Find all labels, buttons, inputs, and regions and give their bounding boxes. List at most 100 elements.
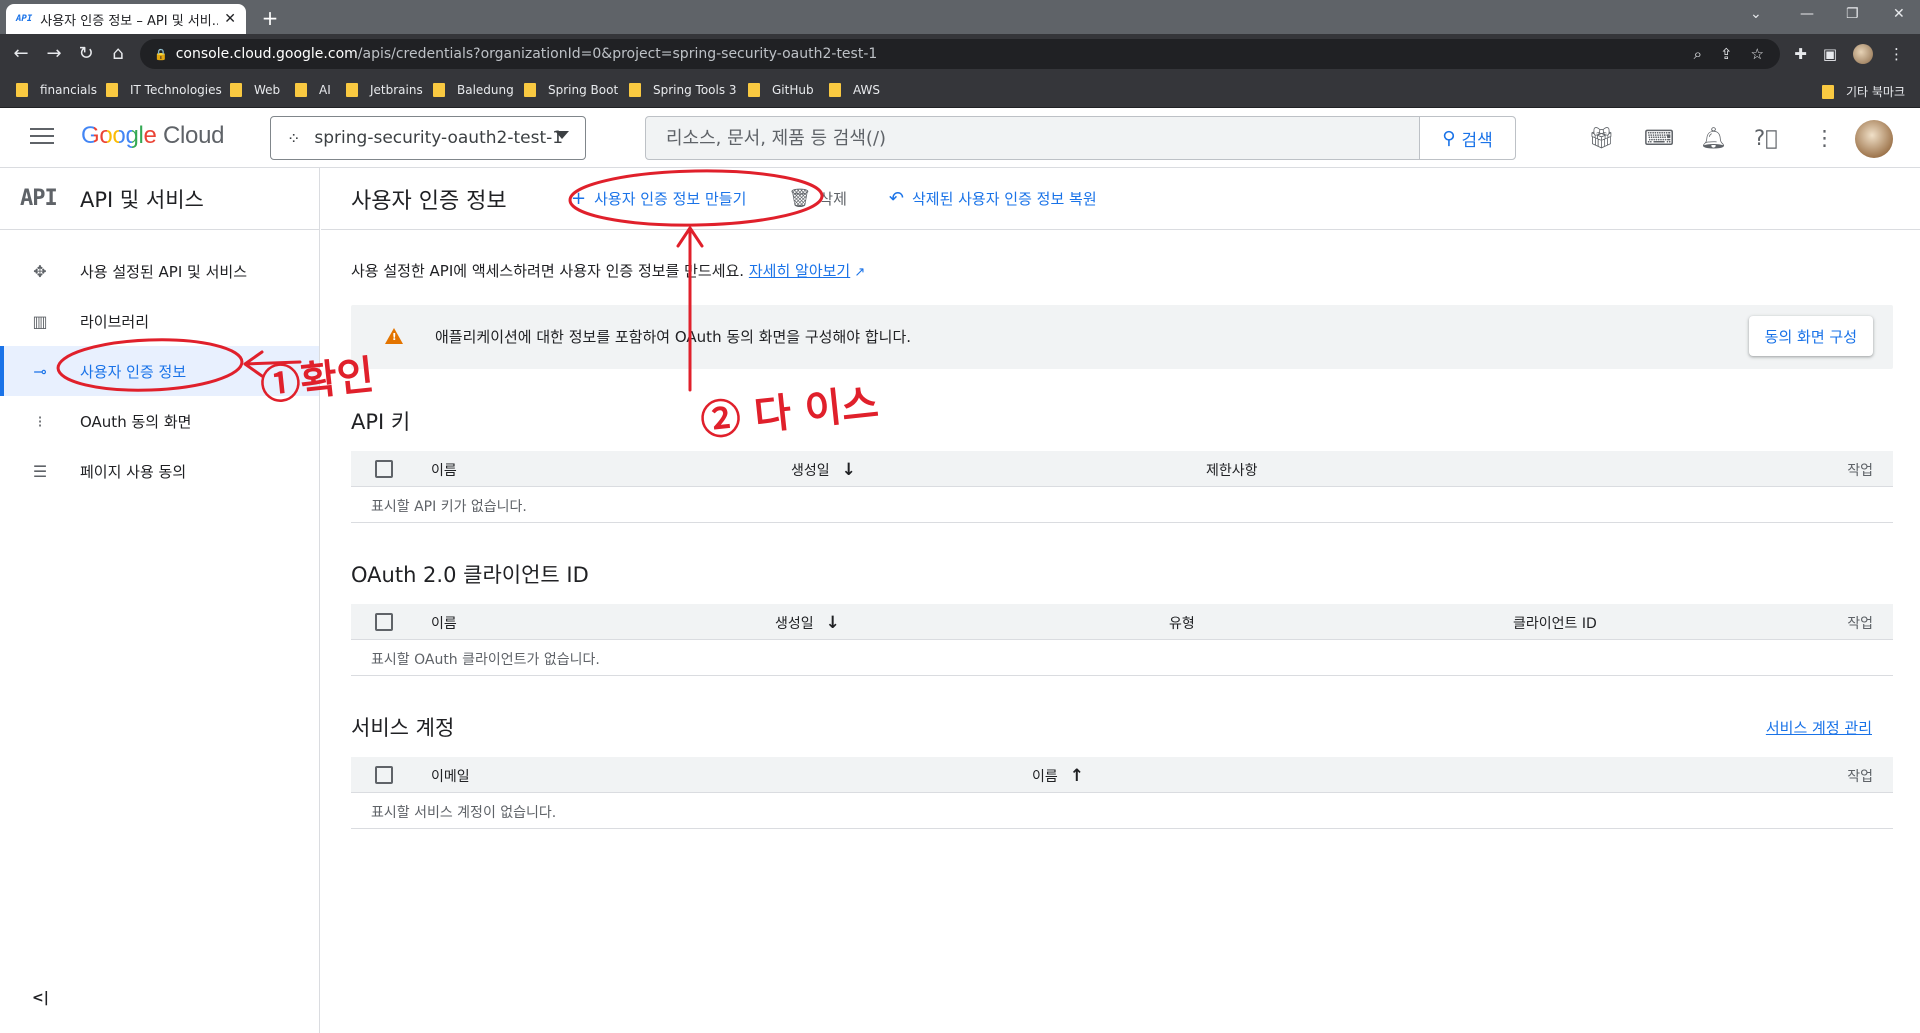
dropdown-caret-icon <box>555 131 569 139</box>
nav-item-label: 사용 설정된 API 및 서비스 <box>80 262 248 281</box>
configure-consent-button[interactable]: 동의 화면 구성 <box>1748 316 1873 356</box>
warning-message: 애플리케이션에 대한 정보를 포함하여 OAuth 동의 화면을 구성해야 합니… <box>435 328 912 346</box>
empty-message: 표시할 API 키가 없습니다. <box>371 499 527 515</box>
bookmark-folder[interactable]: financials <box>16 83 97 97</box>
collapse-nav-icon[interactable]: <| <box>32 990 49 1006</box>
gift-icon[interactable]: 🎁︎ <box>1588 126 1615 151</box>
consent-icon: ⁝ <box>37 411 43 431</box>
close-window-icon[interactable]: ✕ <box>1893 6 1905 22</box>
folder-icon <box>629 83 641 97</box>
restore-icon[interactable]: ❐ <box>1846 6 1859 22</box>
bookmark-folder[interactable]: AWS <box>829 83 880 97</box>
extensions-icon[interactable]: ✚ <box>1794 45 1807 63</box>
bookmark-label: IT Technologies <box>130 83 222 97</box>
zoom-icon[interactable]: ⌕ <box>1694 45 1702 63</box>
browser-profile-avatar[interactable] <box>1853 44 1873 64</box>
forward-icon[interactable]: → <box>43 43 65 64</box>
home-icon[interactable]: ⌂ <box>107 43 129 64</box>
col-actions: 작업 <box>1847 463 1873 479</box>
cloud-shell-icon[interactable]: ⌨ <box>1644 126 1674 150</box>
browser-menu-icon[interactable]: ⋮ <box>1889 45 1904 63</box>
col-created-label: 생성일 <box>775 616 814 632</box>
col-name[interactable]: 이름 ↑ <box>1032 766 1084 786</box>
search-input[interactable] <box>646 117 1421 159</box>
restore-deleted-button[interactable]: ↶ 삭제된 사용자 인증 정보 복원 <box>889 188 1097 209</box>
col-email[interactable]: 이메일 <box>431 766 470 786</box>
bookmark-label: Jetbrains <box>370 83 423 97</box>
bookmark-folder[interactable]: Baledung <box>433 83 514 97</box>
reload-icon[interactable]: ↻ <box>75 43 97 64</box>
bookmark-folder[interactable]: Web <box>230 83 280 97</box>
help-icon[interactable]: ?⃝ <box>1754 126 1778 150</box>
account-avatar[interactable] <box>1855 120 1893 158</box>
sort-up-icon: ↑ <box>1069 766 1085 786</box>
intro-text: 사용 설정한 API에 액세스하려면 사용자 인증 정보를 만드세요. 자세히 … <box>351 260 865 281</box>
project-selector[interactable]: ⁘ spring-security-oauth2-test-1 <box>270 116 586 160</box>
apis-icon: ✥ <box>33 261 47 281</box>
annotation-note-1: ①확인 <box>258 351 377 410</box>
create-credentials-button[interactable]: + 사용자 인증 정보 만들기 <box>571 188 746 209</box>
bookmark-folder[interactable]: AI <box>295 83 331 97</box>
bookmark-folder[interactable]: GitHub <box>748 83 814 97</box>
nav-item-page-usage[interactable]: ☰ 페이지 사용 동의 <box>0 446 319 496</box>
google-cloud-logo[interactable]: Google Cloud <box>81 122 224 150</box>
search-button[interactable]: ⚲ 검색 <box>1419 117 1515 159</box>
nav-item-label: 라이브러리 <box>80 312 150 331</box>
col-restrictions: 제한사항 <box>1206 463 1258 479</box>
close-tab-icon[interactable]: ✕ <box>224 11 236 27</box>
back-icon[interactable]: ← <box>10 43 32 64</box>
table-header: 이메일 이름 ↑ 작업 <box>351 757 1893 793</box>
minimize-icon[interactable]: — <box>1800 6 1814 22</box>
bookmark-folder[interactable]: Jetbrains <box>346 83 423 97</box>
star-icon[interactable]: ☆ <box>1751 45 1764 63</box>
bookmark-label: AI <box>319 83 331 97</box>
service-accounts-title: 서비스 계정 <box>351 716 455 740</box>
project-name: spring-security-oauth2-test-1 <box>314 128 564 148</box>
learn-more-link[interactable]: 자세히 알아보기 <box>749 262 850 280</box>
manage-service-accounts-link[interactable]: 서비스 계정 관리 <box>1766 717 1872 738</box>
other-bookmarks[interactable]: 기타 북마크 <box>1822 83 1905 100</box>
new-tab-icon[interactable]: + <box>258 6 282 30</box>
notifications-icon[interactable]: 🔔︎ <box>1700 126 1727 151</box>
bookmark-folder[interactable]: Spring Tools 3 <box>629 83 737 97</box>
tab-search-icon[interactable]: ⌄ <box>1750 6 1762 22</box>
api-keys-title: API 키 <box>351 410 411 434</box>
folder-icon <box>1822 84 1834 99</box>
folder-icon <box>346 83 358 97</box>
col-name[interactable]: 이름 <box>431 460 457 480</box>
intro-message: 사용 설정한 API에 액세스하려면 사용자 인증 정보를 만드세요. <box>351 262 745 280</box>
bookmark-folder[interactable]: IT Technologies <box>106 83 222 97</box>
empty-row: 표시할 서비스 계정이 없습니다. <box>351 793 1893 829</box>
search-button-label: 검색 <box>1461 130 1493 151</box>
col-created[interactable]: 생성일 ↓ <box>791 460 856 480</box>
more-vert-icon[interactable]: ⋮ <box>1814 126 1835 150</box>
select-all-checkbox[interactable] <box>375 613 393 631</box>
nav-item-enabled-apis[interactable]: ✥ 사용 설정된 API 및 서비스 <box>0 246 319 296</box>
bookmark-folder[interactable]: Spring Boot <box>524 83 618 97</box>
nav-header: API API 및 서비스 <box>0 168 319 230</box>
tab-favicon: API <box>16 14 33 24</box>
select-all-checkbox[interactable] <box>375 766 393 784</box>
api-logo-icon: API <box>20 186 58 211</box>
service-accounts-table: 이메일 이름 ↑ 작업 표시할 서비스 계정이 없습니다. <box>351 757 1893 829</box>
nav-item-label: 페이지 사용 동의 <box>80 462 187 481</box>
delete-button[interactable]: 🗑︎ 삭제 <box>788 188 846 209</box>
folder-icon <box>829 83 841 97</box>
left-nav: API API 및 서비스 ✥ 사용 설정된 API 및 서비스 ▥ 라이브러리… <box>0 168 320 1033</box>
select-all-checkbox[interactable] <box>375 460 393 478</box>
restore-label: 삭제된 사용자 인증 정보 복원 <box>911 190 1097 208</box>
browser-tab[interactable]: API 사용자 인증 정보 – API 및 서비... ✕ <box>6 4 246 34</box>
browser-tabstrip: API 사용자 인증 정보 – API 및 서비... ✕ + ⌄ — ❐ ✕ <box>0 0 1920 34</box>
share-icon[interactable]: ⇪ <box>1720 45 1733 63</box>
tab-title: 사용자 인증 정보 – API 및 서비... <box>40 13 219 29</box>
bookmark-label: Spring Tools 3 <box>653 83 737 97</box>
col-actions: 작업 <box>1847 616 1873 632</box>
col-created[interactable]: 생성일 ↓ <box>775 613 840 633</box>
folder-icon <box>433 83 445 97</box>
side-panel-icon[interactable]: ▣ <box>1823 45 1837 63</box>
main-menu-icon[interactable] <box>30 128 54 149</box>
address-bar[interactable]: 🔒 console.cloud.google.com /apis/credent… <box>140 39 1780 69</box>
main-content: 사용자 인증 정보 + 사용자 인증 정보 만들기 🗑︎ 삭제 ↶ 삭제된 사용… <box>321 168 1920 1033</box>
nav-item-library[interactable]: ▥ 라이브러리 <box>0 296 319 346</box>
col-name[interactable]: 이름 <box>431 613 457 633</box>
